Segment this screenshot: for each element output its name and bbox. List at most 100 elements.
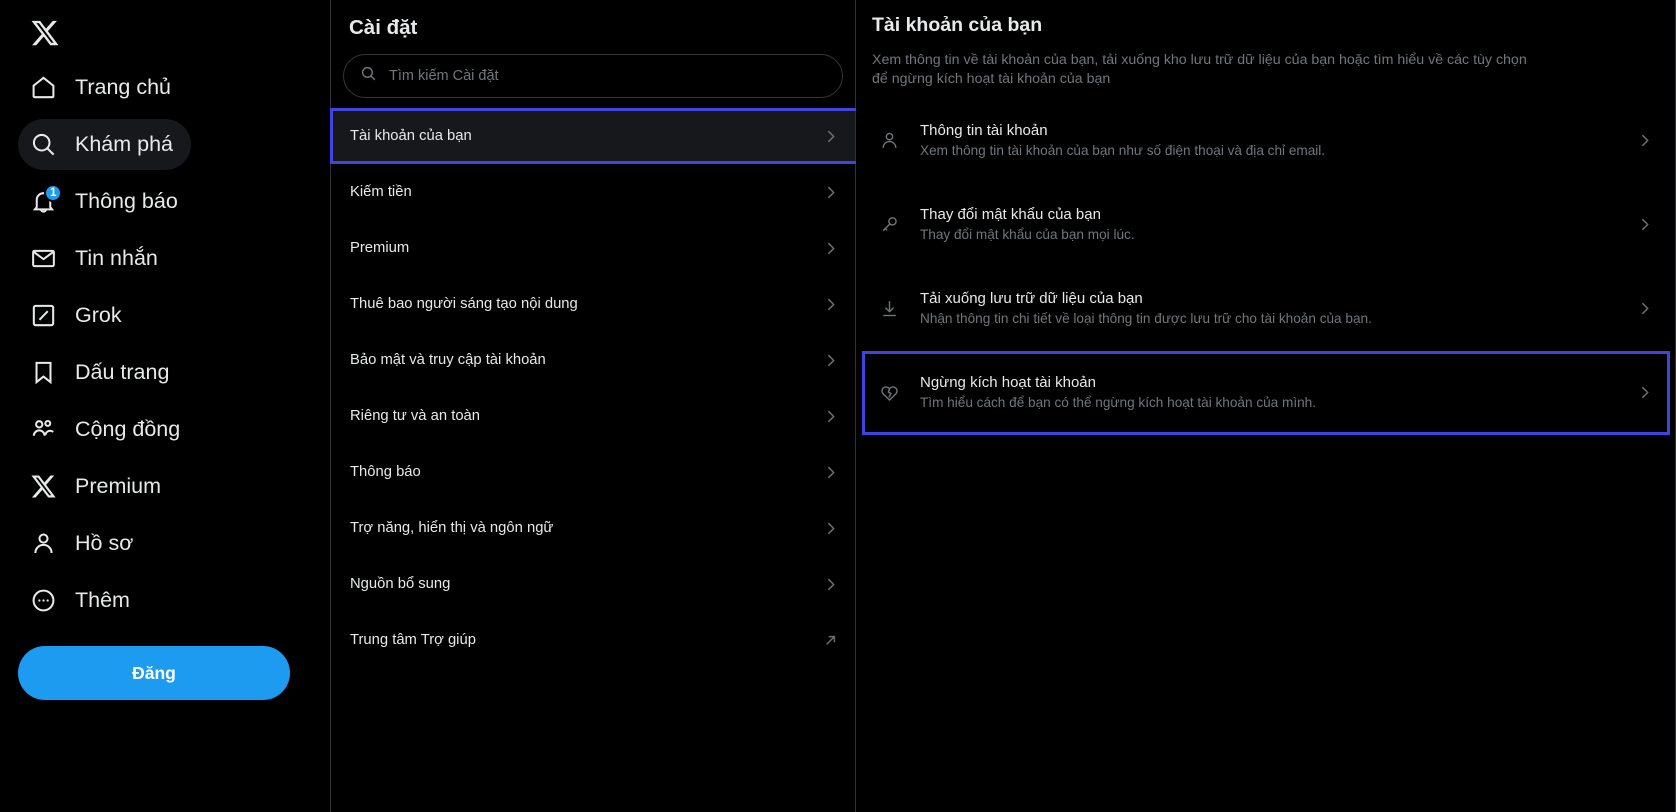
detail-item-1[interactable]: Thông tin tài khoản Xem thông tin tài kho… [856,99,1675,183]
sidebar-item-3[interactable]: 1 Thông báo [18,176,196,227]
settings-search-wrap: Tìm kiếm Cài đặt [331,54,855,108]
home-icon [30,74,57,101]
chevron-right-icon [822,408,839,425]
settings-list: Tài khoản của bạn Kiếm tiền Premium Thuê ba… [330,108,870,668]
chevron-right-icon [822,464,839,481]
detail-item-title: Ngừng kích hoạt tài khoản [920,373,1096,391]
settings-item-label: Premium [350,240,410,256]
search-icon [360,65,377,87]
sidebar-item-6[interactable]: Dấu trang [18,347,187,398]
detail-item-title: Tải xuống lưu trữ dữ liệu của bạn [920,289,1143,307]
settings-item-7[interactable]: Thông báo [331,444,855,500]
search-settings-input[interactable]: Tìm kiếm Cài đặt [343,54,843,98]
x-icon [30,473,57,500]
envelope-icon [30,245,57,272]
settings-item-1[interactable]: Tài khoản của bạn [330,108,870,164]
person-icon [878,130,900,151]
chevron-right-icon [1628,384,1653,401]
download-icon [878,298,900,319]
settings-item-5[interactable]: Bảo mật và truy cập tài khoản [331,332,855,388]
settings-item-3[interactable]: Premium [331,220,855,276]
post-button[interactable]: Đăng [18,646,290,700]
detail-item-subtitle: Nhận thông tin chi tiết về loại thông ti… [920,310,1372,326]
detail-item-subtitle: Tìm hiểu cách để bạn có thể ngừng kích h… [920,394,1317,410]
detail-list: Thông tin tài khoản Xem thông tin tài kho… [856,99,1675,435]
notification-badge: 1 [44,184,63,202]
settings-item-2[interactable]: Kiếm tiền [331,164,855,220]
detail-title: Tài khoản của bạn [872,14,1043,36]
settings-item-label: Thông báo [350,464,421,480]
detail-item-title: Thông tin tài khoản [920,121,1048,139]
settings-item-4[interactable]: Thuê bao người sáng tạo nội dung [331,276,855,332]
bookmark-icon [30,359,57,386]
detail-item-text: Thông tin tài khoản Xem thông tin tài kho… [920,122,1608,160]
grok-icon [30,302,57,329]
x-logo[interactable] [18,4,312,62]
sidebar-item-label: Tin nhắn [75,245,158,270]
chevron-right-icon [822,240,839,257]
search-icon [30,131,57,158]
chevron-right-icon [822,128,839,145]
sidebar-nav-list: Trang chủ Khám phá 1 Thông báo Tin nhắn Grok D… [18,62,312,632]
search-placeholder: Tìm kiếm Cài đặt [389,68,499,84]
detail-item-2[interactable]: Thay đổi mật khẩu của bạn Thay đổi mật kh… [856,183,1675,267]
detail-item-subtitle: Xem thông tin tài khoản của bạn như số đ… [920,142,1326,158]
sidebar-item-10[interactable]: Thêm [18,575,148,626]
settings-item-label: Trung tâm Trợ giúp [350,632,476,648]
settings-item-label: Tài khoản của bạn [350,128,472,144]
chevron-right-icon [1628,132,1653,149]
detail-item-subtitle: Thay đổi mật khẩu của bạn mọi lúc. [920,226,1135,242]
settings-item-label: Kiếm tiền [350,184,412,200]
sidebar-item-label: Trang chủ [75,74,172,99]
detail-item-title: Thay đổi mật khẩu của bạn [920,205,1101,223]
sidebar-item-1[interactable]: Trang chủ [18,62,189,113]
settings-item-label: Riêng tư và an toàn [350,408,481,424]
sidebar-item-9[interactable]: Hồ sơ [18,518,151,569]
settings-title: Cài đặt [349,16,418,39]
sidebar-item-8[interactable]: Premium [18,461,179,512]
settings-item-label: Trợ năng, hiển thị và ngôn ngữ [350,520,554,536]
settings-item-label: Nguồn bổ sung [350,576,451,592]
app-root: Trang chủ Khám phá 1 Thông báo Tin nhắn Grok D… [0,0,1676,812]
key-icon [878,214,900,235]
detail-item-text: Tải xuống lưu trữ dữ liệu của bạn Nhận th… [920,290,1608,328]
settings-item-label: Thuê bao người sáng tạo nội dung [350,296,578,312]
settings-item-8[interactable]: Trợ năng, hiển thị và ngôn ngữ [331,500,855,556]
detail-item-3[interactable]: Tải xuống lưu trữ dữ liệu của bạn Nhận th… [856,267,1675,351]
settings-item-label: Bảo mật và truy cập tài khoản [350,352,546,368]
chevron-right-icon [822,184,839,201]
settings-item-6[interactable]: Riêng tư và an toàn [331,388,855,444]
detail-item-4[interactable]: Ngừng kích hoạt tài khoản Tìm hiểu cách đ… [856,350,1675,435]
sidebar-item-7[interactable]: Cộng đồng [18,404,198,455]
bell-icon: 1 [30,184,63,215]
sidebar-item-2[interactable]: Khám phá [18,119,192,170]
detail-description: Xem thông tin về tài khoản của bạn, tải … [872,52,1527,87]
sidebar-item-label: Cộng đồng [75,416,181,441]
sidebar-item-5[interactable]: Grok [18,290,140,341]
settings-column: Cài đặt Tìm kiếm Cài đặt Tài khoản của b… [330,0,870,812]
sidebar-item-label: Thông báo [75,188,178,213]
sidebar-item-label: Premium [75,473,162,498]
detail-item-text: Thay đổi mật khẩu của bạn Thay đổi mật kh… [920,206,1608,244]
sidebar-item-label: Hồ sơ [75,530,134,555]
sidebar-item-label: Khám phá [75,131,174,156]
settings-item-10[interactable]: Trung tâm Trợ giúp [331,612,855,668]
chevron-right-icon [822,296,839,313]
chevron-right-icon [822,520,839,537]
chevron-right-icon [1628,216,1653,233]
more-circle-icon [30,587,57,614]
detail-column: Tài khoản của bạn Xem thông tin về tài k… [856,0,1676,812]
chevron-right-icon [1628,300,1653,317]
broken-heart-icon [878,382,900,403]
chevron-right-icon [822,576,839,593]
external-link-icon [822,632,839,649]
sidebar-item-label: Grok [75,302,122,327]
detail-item-text: Ngừng kích hoạt tài khoản Tìm hiểu cách đ… [920,374,1608,412]
detail-header: Tài khoản của bạn Xem thông tin về tài k… [856,0,1675,89]
community-icon [30,416,57,443]
sidebar-item-4[interactable]: Tin nhắn [18,233,176,284]
chevron-right-icon [822,352,839,369]
primary-sidebar: Trang chủ Khám phá 1 Thông báo Tin nhắn Grok D… [0,0,330,812]
sidebar-item-label: Dấu trang [75,359,170,384]
settings-item-9[interactable]: Nguồn bổ sung [331,556,855,612]
